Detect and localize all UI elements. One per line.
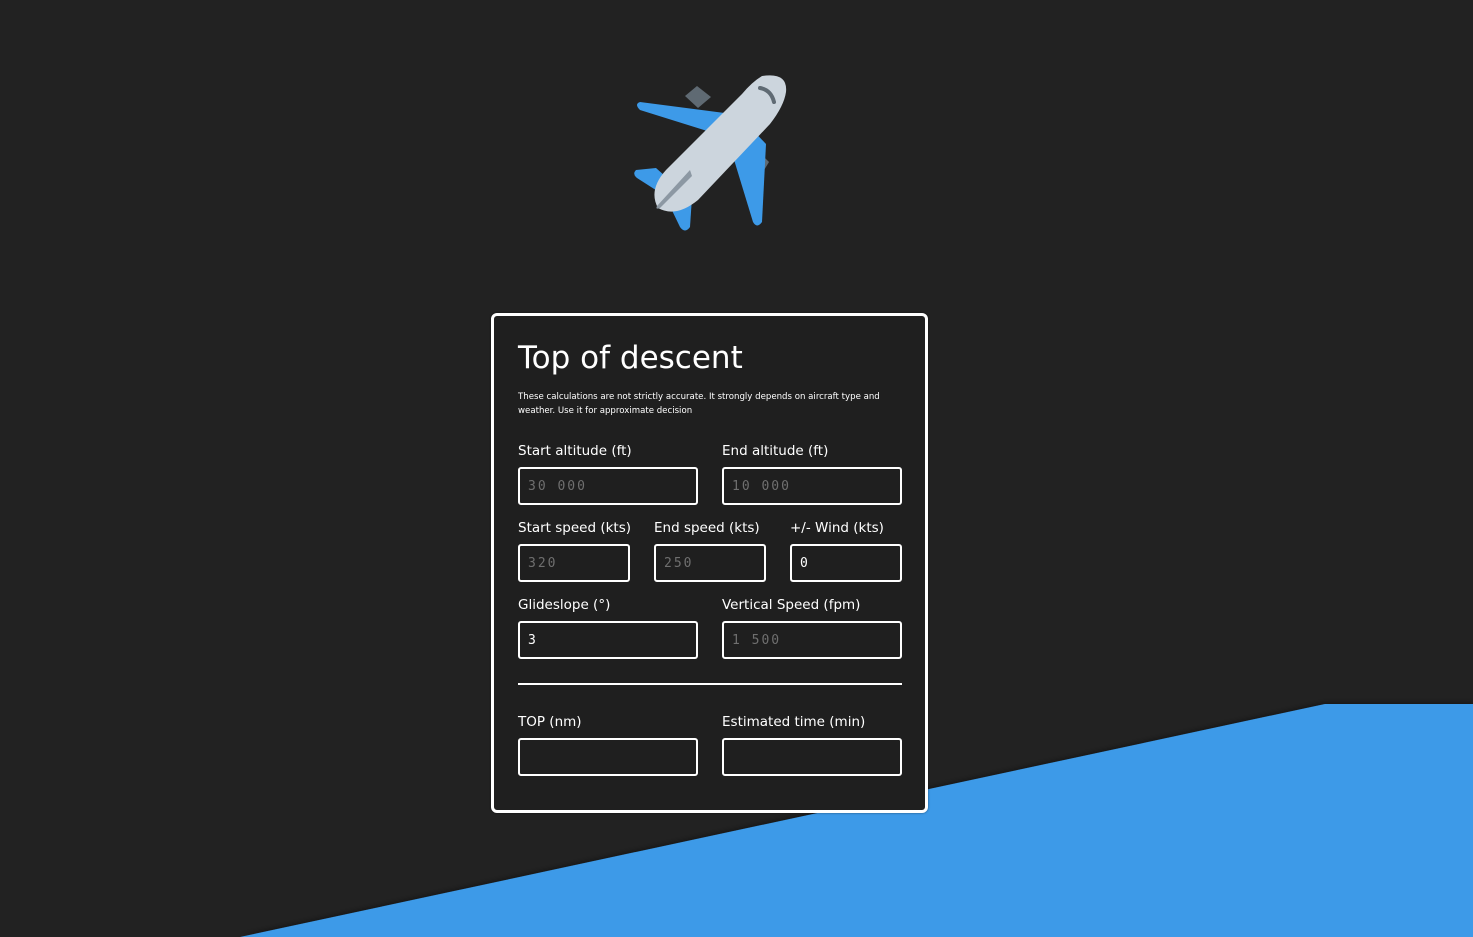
top-of-descent-form: Top of descent These calculations are no… [491, 313, 928, 813]
end-speed-label: End speed (kts) [654, 520, 760, 536]
glideslope-label: Glideslope (°) [518, 597, 611, 613]
start-altitude-label: Start altitude (ft) [518, 443, 632, 459]
end-altitude-label: End altitude (ft) [722, 443, 829, 459]
estimated-time-label: Estimated time (min) [722, 714, 866, 730]
page: Top of descent These calculations are no… [0, 0, 1473, 937]
top-result-output[interactable] [518, 738, 698, 776]
end-speed-input[interactable] [654, 544, 766, 582]
top-result-label: TOP (nm) [518, 714, 582, 730]
divider [518, 683, 902, 685]
end-altitude-input[interactable] [722, 467, 902, 505]
wind-input[interactable] [790, 544, 902, 582]
start-speed-label: Start speed (kts) [518, 520, 632, 536]
estimated-time-output[interactable] [722, 738, 902, 776]
form-title: Top of descent [518, 340, 743, 376]
glideslope-input[interactable] [518, 621, 698, 659]
start-altitude-input[interactable] [518, 467, 698, 505]
start-speed-input[interactable] [518, 544, 630, 582]
airplane-icon [628, 72, 792, 234]
vertical-speed-label: Vertical Speed (fpm) [722, 597, 861, 613]
disclaimer-text: These calculations are not strictly accu… [518, 392, 880, 416]
wind-label: +/- Wind (kts) [790, 520, 884, 536]
vertical-speed-input[interactable] [722, 621, 902, 659]
